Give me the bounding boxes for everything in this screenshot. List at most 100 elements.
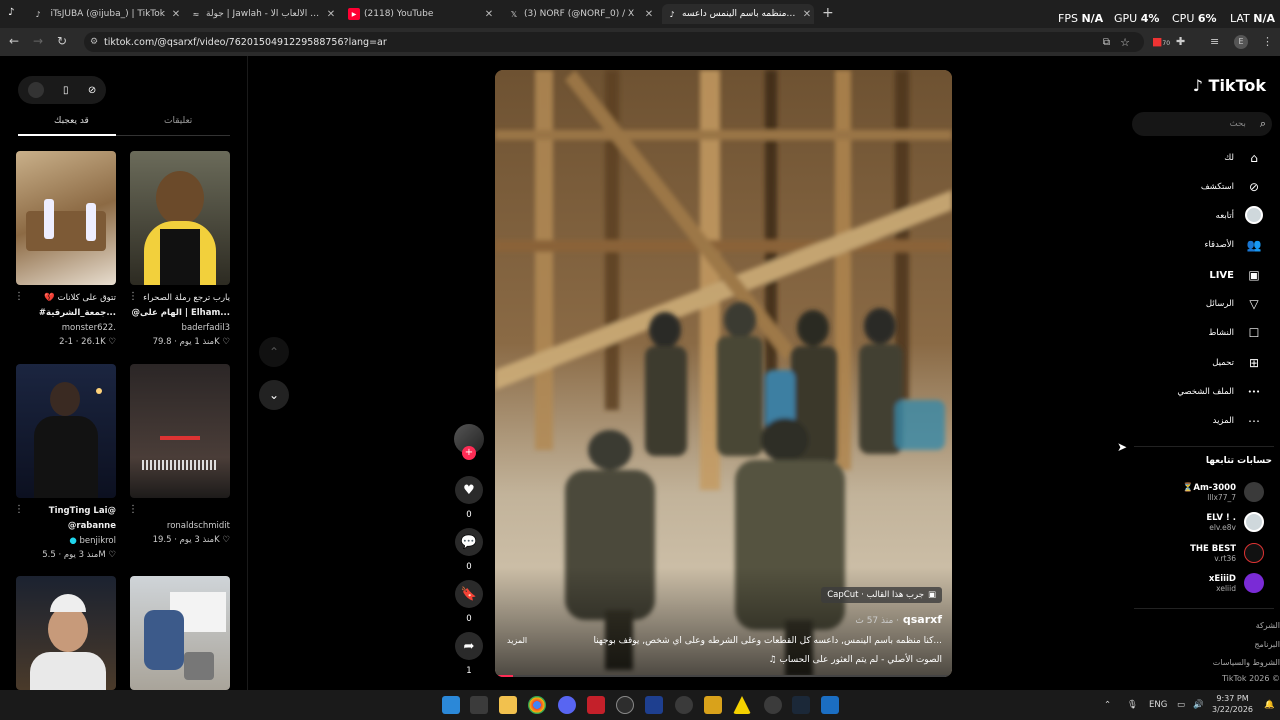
nav-item-messages[interactable]: الرسائل ▽: [1206, 294, 1264, 314]
acrobat-icon[interactable]: [587, 696, 605, 714]
next-video-button[interactable]: ⌄: [259, 380, 289, 410]
followed-account[interactable]: ELV ! . elv.e8v: [1206, 509, 1264, 535]
mobile-icon[interactable]: ▯: [63, 85, 69, 96]
video-thumbnail[interactable]: [130, 151, 230, 285]
footer-link-company[interactable]: الشركة: [1256, 621, 1280, 630]
install-app-icon[interactable]: ⧉: [1103, 37, 1110, 48]
nav-item-friends[interactable]: الأصدقاء 👥: [1204, 235, 1264, 255]
video-card[interactable]: ⋮ TingTing Lai@ @rabanne ● benjikrol منذ…: [14, 364, 116, 562]
video-author[interactable]: monster622.: [16, 321, 116, 335]
follow-plus-icon[interactable]: +: [462, 446, 476, 460]
video-card[interactable]: ⋮ يارب ترجع رملة الصحراء @الهام على | El…: [128, 151, 230, 349]
forward-arrow-icon[interactable]: →: [30, 34, 46, 48]
obs-icon[interactable]: [675, 696, 693, 714]
browser-tab[interactable]: ▶ (2118) YouTube ✕: [344, 4, 496, 24]
nav-item-activity[interactable]: النشاط ☐: [1208, 323, 1264, 343]
video-author[interactable]: baderfadil3: [130, 321, 230, 335]
task-view-icon[interactable]: [470, 696, 488, 714]
video-author-row[interactable]: ● benjikrol: [16, 534, 116, 548]
bookmark-star-icon[interactable]: ☆: [1120, 36, 1130, 49]
app-icon[interactable]: [704, 696, 722, 714]
save-button[interactable]: 🔖 0: [454, 580, 484, 624]
capcut-template-chip[interactable]: CapCut · جرب هذا القالب ▣: [821, 587, 942, 603]
video-card[interactable]: [16, 576, 116, 690]
app-icon[interactable]: [645, 696, 663, 714]
browser-tab-active[interactable]: ♪ كنا منظمه باسم الينمس داعسه ✕: [662, 4, 814, 24]
comment-button[interactable]: 💬 0: [454, 528, 484, 572]
nav-item-explore[interactable]: استكشف ⊘: [1201, 177, 1264, 197]
like-button[interactable]: ♥ 0: [454, 476, 484, 520]
microphone-icon[interactable]: 🎙: [1127, 700, 1138, 710]
search-input[interactable]: بحث ⌕: [1132, 112, 1272, 136]
app-icon[interactable]: [764, 696, 782, 714]
chevron-up-icon[interactable]: ⌃: [1104, 700, 1111, 710]
profile-avatar-icon[interactable]: E: [1234, 35, 1248, 49]
video-thumbnail[interactable]: [130, 364, 230, 498]
app-icon[interactable]: [821, 696, 839, 714]
file-explorer-icon[interactable]: [499, 696, 517, 714]
video-author[interactable]: ronaldschmidit: [130, 519, 230, 533]
close-icon[interactable]: ✕: [482, 9, 496, 20]
tab-comments[interactable]: تعليقات: [164, 116, 192, 126]
more-options-icon[interactable]: ⋮: [14, 291, 24, 302]
nav-item-live[interactable]: LIVE ▣: [1209, 265, 1264, 285]
footer-link-program[interactable]: البرنامج: [1254, 640, 1280, 649]
more-options-icon[interactable]: ⋮: [128, 504, 138, 515]
settings-gear-icon[interactable]: [616, 696, 634, 714]
search-icon[interactable]: ⌕: [1260, 117, 1266, 131]
followed-account[interactable]: xEiiiD xeliid: [1209, 570, 1264, 596]
share-button[interactable]: ➦ 1: [454, 632, 484, 676]
nav-item-upload[interactable]: تحميل ⊞: [1212, 353, 1264, 373]
nav-item-profile[interactable]: الملف الشخصي •••: [1177, 382, 1264, 402]
close-icon[interactable]: ✕: [800, 9, 814, 20]
browser-tab[interactable]: ♪ iTsJUBA (@ijuba_) | TikTok ✕: [28, 4, 183, 24]
followed-account[interactable]: THE BEST v.rt36: [1190, 540, 1264, 566]
extension-icon[interactable]: ■70: [1152, 35, 1170, 48]
video-author[interactable]: benjikrol: [79, 536, 116, 546]
video-author[interactable]: qsarxf: [903, 613, 942, 626]
more-options-icon[interactable]: ⋮: [14, 504, 24, 515]
followed-account[interactable]: ⏳Am-3000 lllx77_7: [1183, 479, 1264, 505]
author-avatar[interactable]: +: [454, 424, 484, 460]
footer-link-terms[interactable]: الشروط والسياسات: [1213, 658, 1280, 667]
browser-tab[interactable]: ≈ جولة | Jawlah - منصة الألعاب الا... ✕: [186, 4, 338, 24]
video-card[interactable]: ⋮ ronaldschmidit منذ 3 يوم · 19.5K ♡: [128, 364, 230, 547]
more-options-icon[interactable]: ⋮: [128, 291, 138, 302]
steam-icon[interactable]: [792, 696, 810, 714]
close-icon[interactable]: ✕: [169, 9, 183, 20]
tab-you-may-like[interactable]: قد يعجبك: [54, 116, 89, 126]
previous-video-button[interactable]: ⌃: [259, 337, 289, 367]
compass-mini-icon[interactable]: ⊘: [88, 85, 96, 96]
video-thumbnail[interactable]: [16, 576, 116, 690]
start-windows-icon[interactable]: [442, 696, 460, 714]
video-progress-bar[interactable]: [495, 675, 952, 677]
nav-item-more[interactable]: المزيد ⋯: [1213, 411, 1264, 431]
browser-tab[interactable]: 𝕏 (3) NORF (@NORF_0) / X ✕: [504, 4, 656, 24]
video-card[interactable]: ⋮ 💔 تتوق على كلانات #جمعة_الشرقية... mon…: [14, 151, 116, 349]
video-player[interactable]: CapCut · جرب هذا القالب ▣ منذ 57 ث · qsa…: [495, 70, 952, 677]
tiktok-logo[interactable]: ♪ TikTok: [1193, 76, 1266, 95]
network-icon[interactable]: ▭: [1177, 700, 1185, 710]
nav-item-for-you[interactable]: لك ⌂: [1224, 148, 1264, 168]
chrome-icon[interactable]: [528, 696, 546, 714]
extensions-puzzle-icon[interactable]: ✚: [1176, 35, 1185, 48]
video-sound[interactable]: ♫ الصوت الأصلي - لم يتم العثور على الحسا…: [768, 655, 942, 665]
url-field[interactable]: ⚙ tiktok.com/@qsarxf/video/7620150491229…: [84, 32, 1144, 52]
close-icon[interactable]: ✕: [324, 9, 338, 20]
video-thumbnail[interactable]: [16, 364, 116, 498]
app-icon[interactable]: [733, 696, 751, 714]
reload-icon[interactable]: ↻: [54, 34, 70, 48]
profile-mini-icon[interactable]: [27, 82, 44, 98]
nav-item-following[interactable]: أتابعه: [1216, 205, 1264, 226]
language-indicator[interactable]: ENG: [1149, 700, 1167, 710]
more-button[interactable]: المزيد: [507, 636, 527, 645]
volume-icon[interactable]: 🔊: [1193, 700, 1204, 710]
video-card[interactable]: [130, 576, 230, 690]
video-thumbnail[interactable]: [16, 151, 116, 285]
media-control-icon[interactable]: ≡: [1210, 35, 1219, 48]
notification-bell-icon[interactable]: 🔔: [1264, 700, 1275, 710]
discord-icon[interactable]: [558, 696, 576, 714]
new-tab-button[interactable]: +: [822, 5, 834, 21]
back-arrow-icon[interactable]: ←: [6, 34, 22, 48]
system-clock[interactable]: 9:37 PM 3/22/2026: [1212, 693, 1253, 715]
